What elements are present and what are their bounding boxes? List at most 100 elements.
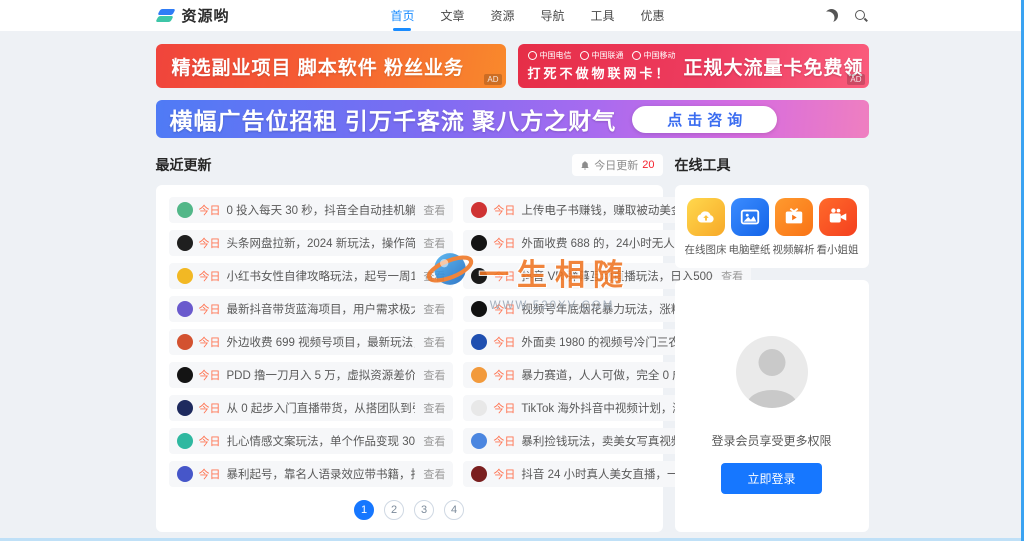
wallpaper-icon (731, 198, 769, 236)
list-item-view-link[interactable]: 查看 (423, 334, 445, 350)
list-item-date-badge: 今日 (493, 235, 515, 251)
list-item-avatar (471, 235, 487, 251)
list-item-avatar (177, 466, 193, 482)
list-item-date-badge: 今日 (493, 202, 515, 218)
avatar-placeholder (736, 336, 808, 408)
recent-updates-title: 最近更新 (156, 155, 212, 175)
ad-banner-right-slogan: 打死不做物联网卡！ (528, 63, 676, 82)
list-item-view-link[interactable]: 查看 (423, 301, 445, 317)
carrier-logo: 中国移动 (632, 50, 676, 61)
list-item-avatar (471, 433, 487, 449)
login-button[interactable]: 立即登录 (721, 463, 821, 494)
brand-icon (156, 7, 176, 25)
list-item[interactable]: 今日 PDD 撸一刀月入 5 万，虚拟资源差价玩... 查看 (169, 362, 454, 388)
list-item-date-badge: 今日 (199, 466, 221, 482)
pagination-page[interactable]: 2 (384, 500, 404, 520)
list-item-avatar (471, 301, 487, 317)
cloud-upload-icon (687, 198, 725, 236)
today-update-label: 今日更新 (594, 157, 638, 173)
list-item-date-badge: 今日 (199, 334, 221, 350)
list-item-title: 头条网盘拉新，2024 新玩法，操作简单... (227, 235, 416, 251)
list-item-avatar (471, 466, 487, 482)
list-item-avatar (177, 433, 193, 449)
nav-item[interactable]: 导航 (541, 0, 565, 31)
tool-item[interactable]: 视频解析 (773, 198, 815, 257)
pagination-page[interactable]: 1 (354, 500, 374, 520)
list-item-title: PDD 撸一刀月入 5 万，虚拟资源差价玩... (227, 367, 416, 383)
list-item-date-badge: 今日 (493, 367, 515, 383)
list-item-view-link[interactable]: 查看 (423, 367, 445, 383)
wide-ad-banner[interactable]: 横幅广告位招租 引万千客流 聚八方之财气 点击咨询 (156, 100, 869, 138)
list-item-date-badge: 今日 (199, 367, 221, 383)
ad-tag: AD (847, 74, 864, 85)
list-item-date-badge: 今日 (493, 334, 515, 350)
list-item[interactable]: 今日 外边收费 699 视频号项目，最新玩法，... 查看 (169, 329, 454, 355)
dark-mode-icon[interactable] (825, 9, 838, 22)
list-item-date-badge: 今日 (199, 433, 221, 449)
nav-item[interactable]: 首页 (390, 0, 414, 31)
list-item-view-link[interactable]: 查看 (423, 268, 445, 284)
tool-item[interactable]: 在线图床 (685, 198, 727, 257)
camera-icon (819, 198, 857, 236)
tool-item-label: 视频解析 (773, 242, 815, 257)
list-item-avatar (177, 301, 193, 317)
pagination-page[interactable]: 4 (444, 500, 464, 520)
list-item-view-link[interactable]: 查看 (423, 202, 445, 218)
list-item-date-badge: 今日 (199, 301, 221, 317)
ad-tag: AD (484, 74, 501, 85)
login-hint: 登录会员享受更多权限 (711, 432, 831, 449)
search-icon[interactable] (854, 9, 868, 23)
wide-banner-text: 横幅广告位招租 引万千客流 聚八方之财气 (170, 102, 617, 136)
list-item[interactable]: 今日 最新抖音带货蓝海项目，用户需求极大... 查看 (169, 296, 454, 322)
list-item-date-badge: 今日 (493, 466, 515, 482)
list-item[interactable]: 今日 小红书女性自律攻略玩法，起号一周1W... 查看 (169, 263, 454, 289)
list-item-view-link[interactable]: 查看 (423, 466, 445, 482)
recent-updates-list: 今日 0 投入每天 30 秒，抖音全自动挂机躺赚... 查看 今日 上传电子书赚… (169, 197, 650, 487)
nav-item[interactable]: 文章 (440, 0, 464, 31)
list-item-title: 暴利起号，靠名人语录效应带书籍，抖... (227, 466, 416, 482)
list-item[interactable]: 今日 从 0 起步入门直播带货，从搭团队到引... 查看 (169, 395, 454, 421)
online-tools-card: 在线图床 电脑壁纸 视频解析 看小姐姐 (675, 185, 869, 268)
nav-item[interactable]: 优惠 (641, 0, 665, 31)
list-item-date-badge: 今日 (493, 400, 515, 416)
list-item[interactable]: 今日 0 投入每天 30 秒，抖音全自动挂机躺赚... 查看 (169, 197, 454, 223)
list-item[interactable]: 今日 头条网盘拉新，2024 新玩法，操作简单... 查看 (169, 230, 454, 256)
list-item[interactable]: 今日 扎心情感文案玩法，单个作品变现 3000... 查看 (169, 428, 454, 454)
bell-icon (580, 160, 590, 171)
today-update-badge: 今日更新 20 (572, 154, 662, 176)
pagination-page[interactable]: 3 (414, 500, 434, 520)
carrier-logos: 中国电信中国联通中国移动 (528, 50, 676, 61)
list-item-title: 扎心情感文案玩法，单个作品变现 3000... (227, 433, 416, 449)
list-item-date-badge: 今日 (493, 268, 515, 284)
nav-item[interactable]: 工具 (591, 0, 615, 31)
tool-item[interactable]: 电脑壁纸 (729, 198, 771, 257)
list-item-date-badge: 今日 (199, 268, 221, 284)
list-item-avatar (177, 367, 193, 383)
list-item-avatar (471, 268, 487, 284)
ad-banner-left-text: 精选副业项目 脚本软件 粉丝业务 (172, 53, 465, 80)
list-item-title: 小红书女性自律攻略玩法，起号一周1W... (227, 268, 416, 284)
tool-item-label: 看小姐姐 (817, 242, 859, 257)
list-item-date-badge: 今日 (199, 202, 221, 218)
list-item-date-badge: 今日 (199, 235, 221, 251)
list-item-avatar (471, 367, 487, 383)
list-item-view-link[interactable]: 查看 (423, 235, 445, 251)
list-item-avatar (177, 202, 193, 218)
list-item-view-link[interactable]: 查看 (423, 400, 445, 416)
tool-item-label: 在线图床 (685, 242, 727, 257)
nav-item[interactable]: 资源 (490, 0, 514, 31)
ad-banner-right[interactable]: 中国电信中国联通中国移动 打死不做物联网卡！ 正规大流量卡免费领 AD (518, 44, 869, 88)
list-item-title: 最新抖音带货蓝海项目，用户需求极大... (227, 301, 416, 317)
ad-banner-left[interactable]: 精选副业项目 脚本软件 粉丝业务 AD (156, 44, 506, 88)
consult-button[interactable]: 点击咨询 (632, 106, 777, 133)
login-card: 登录会员享受更多权限 立即登录 (675, 280, 869, 532)
list-item-view-link[interactable]: 查看 (423, 433, 445, 449)
brand-logo-link[interactable]: 资源哟 (156, 5, 230, 26)
list-item[interactable]: 今日 暴利起号，靠名人语录效应带书籍，抖... 查看 (169, 461, 454, 487)
list-item-date-badge: 今日 (493, 433, 515, 449)
list-item-avatar (471, 202, 487, 218)
carrier-logo: 中国联通 (580, 50, 624, 61)
tool-item[interactable]: 看小姐姐 (817, 198, 859, 257)
main-nav: 首页文章资源导航工具优惠 (390, 0, 664, 31)
list-item-title: 外边收费 699 视频号项目，最新玩法，... (227, 334, 416, 350)
